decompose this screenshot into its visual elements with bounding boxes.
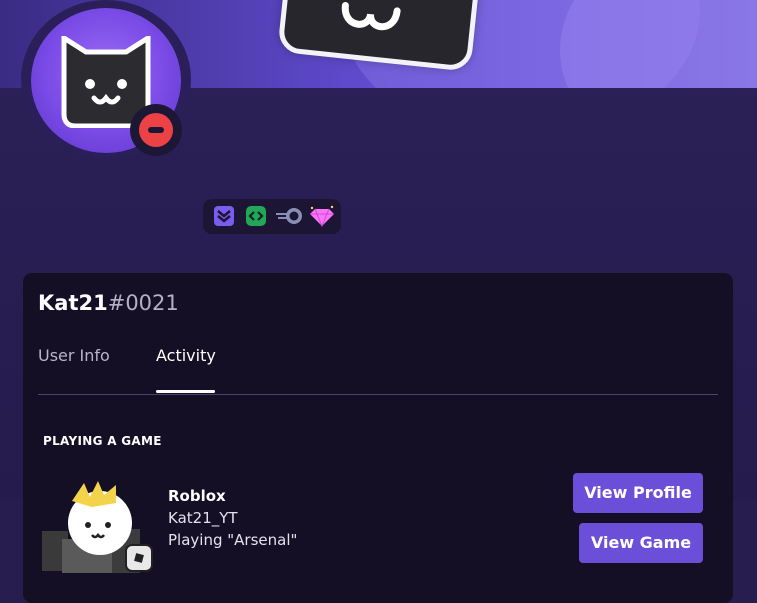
view-profile-button[interactable]: View Profile (573, 473, 703, 513)
username-name: Kat21 (38, 291, 108, 315)
username-discriminator: #0021 (107, 291, 179, 315)
tab-divider (38, 394, 718, 395)
activity-section-title: PLAYING A GAME (43, 434, 162, 448)
badge-list (203, 199, 341, 234)
view-game-button[interactable]: View Game (579, 523, 703, 563)
active-tab-indicator (156, 390, 215, 393)
username[interactable]: Kat21#0021 (38, 291, 179, 315)
status-dnd-bar (148, 127, 164, 133)
dnd-status-icon (130, 104, 182, 156)
tab-activity[interactable]: Activity (156, 346, 216, 365)
profile-card: Kat21#0021 User Info Activity PLAYING A … (23, 273, 733, 603)
banner-logo-icon (277, 0, 481, 72)
active-developer-badge-icon[interactable] (245, 205, 267, 227)
banner-glow (560, 0, 757, 88)
server-boost-gem-icon[interactable] (309, 205, 335, 228)
status-dot (139, 113, 173, 147)
game-detail: Kat21_YT (168, 509, 238, 527)
tab-user-info[interactable]: User Info (38, 346, 110, 365)
game-artwork-icon (42, 479, 154, 575)
game-name: Roblox (168, 487, 226, 505)
hypesquad-badge-icon[interactable] (213, 205, 235, 227)
nitro-badge-icon[interactable] (275, 205, 305, 227)
game-state: Playing "Arsenal" (168, 531, 298, 549)
